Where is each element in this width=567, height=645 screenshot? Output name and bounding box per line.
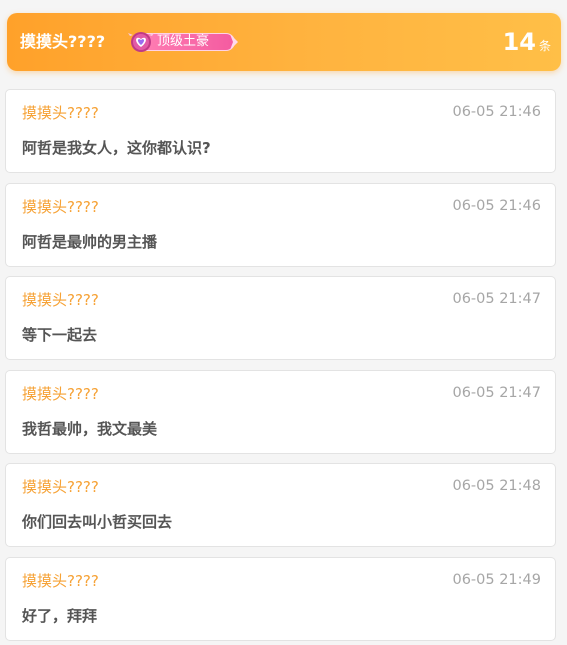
message-text: 阿哲是我女人，这你都认识?	[22, 139, 211, 157]
message-timestamp: 06-05 21:47	[452, 384, 541, 401]
header-username: 摸摸头????	[20, 32, 106, 51]
message-author[interactable]: 摸摸头????	[22, 290, 99, 310]
user-summary-header: 摸摸头???? 顶级土豪 14 条	[7, 13, 561, 71]
message-count-number: 14	[502, 28, 536, 56]
message-card[interactable]: 摸摸头???? 06-05 21:47 等下一起去	[5, 276, 556, 360]
message-text: 你们回去叫小哲买回去	[22, 513, 173, 531]
message-card[interactable]: 摸摸头???? 06-05 21:46 阿哲是最帅的男主播	[5, 182, 556, 267]
message-card[interactable]: 摸摸头???? 06-05 21:47 我哲最帅，我文最美	[5, 369, 556, 454]
message-count-unit: 条	[538, 39, 551, 53]
rank-badge: 顶级土豪	[125, 30, 238, 54]
message-text: 我哲最帅，我文最美	[22, 419, 158, 438]
message-list[interactable]: 摸摸头???? 06-05 21:46 阿哲是我女人，这你都认识? 摸摸头???…	[5, 89, 556, 645]
heart-gem-icon	[128, 32, 154, 52]
message-timestamp: 06-05 21:47	[452, 291, 541, 307]
message-card[interactable]: 摸摸头???? 06-05 21:49 好了，拜拜	[5, 556, 556, 641]
rank-label: 顶级土豪	[157, 34, 210, 49]
message-timestamp: 06-05 21:49	[452, 571, 541, 588]
message-timestamp: 06-05 21:46	[452, 104, 541, 120]
message-author[interactable]: 摸摸头????	[22, 197, 99, 217]
message-text: 等下一起去	[22, 326, 98, 344]
message-text: 阿哲是最帅的男主播	[22, 232, 158, 251]
message-card[interactable]: 摸摸头???? 06-05 21:48 你们回去叫小哲买回去	[5, 463, 556, 547]
message-author[interactable]: 摸摸头????	[22, 477, 99, 497]
message-author[interactable]: 摸摸头????	[22, 571, 99, 591]
message-author[interactable]: 摸摸头????	[22, 384, 99, 404]
wing-icon	[230, 34, 238, 50]
message-author[interactable]: 摸摸头????	[22, 103, 99, 123]
message-timestamp: 06-05 21:48	[452, 478, 541, 494]
message-text: 好了，拜拜	[22, 606, 98, 625]
message-timestamp: 06-05 21:46	[452, 197, 541, 214]
chat-history-page: 摸摸头???? 顶级土豪 14 条 摸摸头???? 06-05 21:46 阿哲…	[0, 0, 567, 645]
message-count: 14 条	[503, 28, 551, 56]
message-card[interactable]: 摸摸头???? 06-05 21:46 阿哲是我女人，这你都认识?	[5, 89, 556, 173]
